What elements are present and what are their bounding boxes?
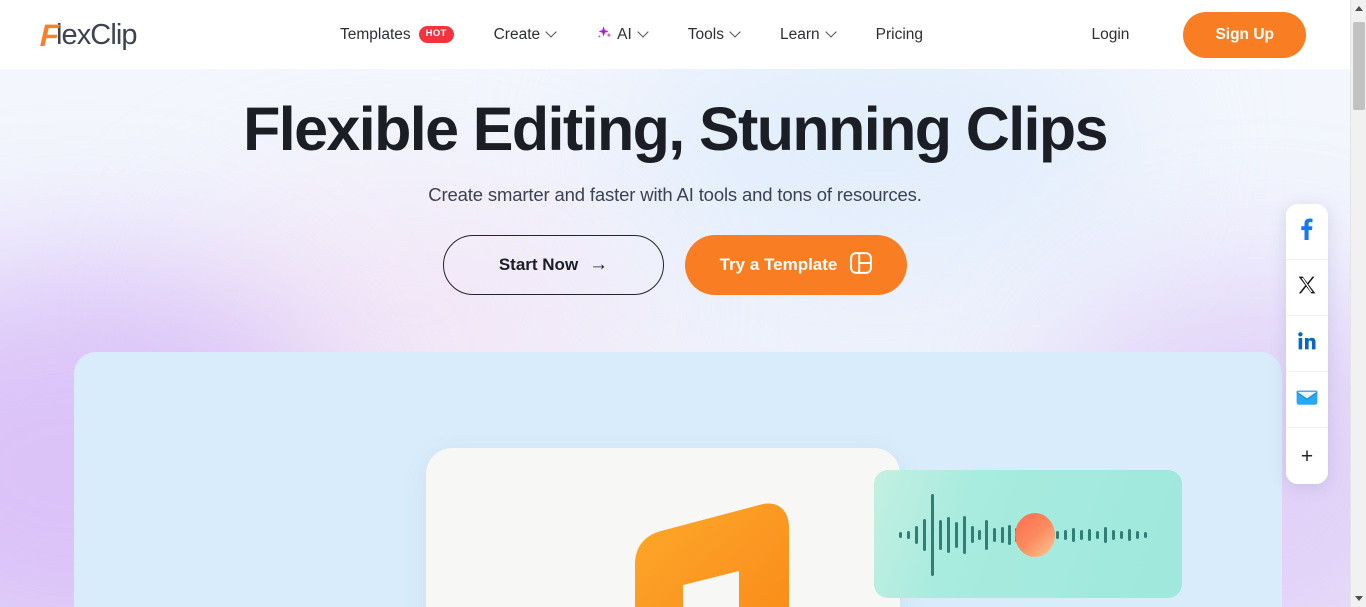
nav-item-label: Learn	[779, 25, 820, 43]
nav-item-pricing[interactable]: Pricing	[856, 0, 943, 69]
nav-item-templates[interactable]: Templates HOT	[340, 0, 474, 69]
share-x-button[interactable]	[1286, 260, 1328, 316]
nav-item-label: Pricing	[875, 25, 924, 43]
nav-item-create[interactable]: Create	[474, 0, 577, 69]
nav-item-label: AI	[617, 25, 632, 43]
try-a-template-button[interactable]: Try a Template	[685, 235, 907, 296]
logo-mark-icon: F	[39, 17, 59, 53]
hero-subtitle: Create smarter and faster with AI tools …	[428, 184, 922, 206]
main-navigation: Templates HOT Create AI Tools Learn Pric…	[340, 0, 943, 69]
nav-item-label: Templates	[340, 25, 411, 43]
scroll-up-button[interactable]	[1351, 0, 1366, 17]
flexclip-logo[interactable]: F lexClip	[39, 17, 138, 53]
nav-item-label: Create	[493, 25, 541, 43]
hot-badge: HOT	[418, 26, 454, 43]
nav-item-tools[interactable]: Tools	[668, 0, 760, 69]
sparkle-icon	[596, 25, 615, 47]
try-a-template-label: Try a Template	[719, 255, 838, 275]
hero-cta-row: Start Now → Try a Template	[0, 235, 1350, 296]
share-facebook-button[interactable]	[1286, 204, 1328, 260]
plus-icon: +	[1300, 444, 1314, 468]
nav-item-learn[interactable]: Learn	[760, 0, 856, 69]
hero-orange-graphic	[621, 493, 799, 607]
logo-wordmark: lexClip	[55, 18, 138, 51]
nav-item-label: Tools	[687, 25, 724, 43]
chevron-down-icon	[639, 28, 648, 37]
vertical-scrollbar[interactable]	[1350, 0, 1366, 607]
page-viewport: F lexClip Templates HOT Create AI Tools …	[0, 0, 1350, 607]
arrow-right-icon: →	[589, 253, 609, 275]
start-now-label: Start Now	[498, 255, 579, 275]
scroll-down-button[interactable]	[1351, 590, 1366, 607]
hero-waveform-card	[874, 470, 1182, 598]
linkedin-icon	[1298, 332, 1316, 355]
nav-item-ai[interactable]: AI	[576, 0, 668, 69]
site-header: F lexClip Templates HOT Create AI Tools …	[0, 0, 1350, 69]
facebook-icon	[1301, 218, 1313, 245]
template-layout-icon	[850, 251, 873, 279]
social-share-rail: +	[1286, 204, 1328, 484]
triangle-down-icon	[1355, 596, 1363, 601]
triangle-up-icon	[1355, 6, 1363, 11]
hero-content: Flexible Editing, Stunning Clips Create …	[0, 95, 1350, 296]
share-linkedin-button[interactable]	[1286, 316, 1328, 372]
header-actions: Login Sign Up	[1092, 0, 1306, 69]
hero-title: Flexible Editing, Stunning Clips	[243, 95, 1108, 163]
chevron-down-icon	[827, 28, 836, 37]
x-twitter-icon	[1298, 276, 1316, 299]
chevron-down-icon	[731, 28, 740, 37]
signup-button[interactable]: Sign Up	[1183, 11, 1306, 58]
start-now-button[interactable]: Start Now →	[443, 235, 664, 296]
audio-waveform-icon	[899, 494, 1147, 576]
share-more-button[interactable]: +	[1286, 428, 1328, 484]
share-email-button[interactable]	[1286, 372, 1328, 428]
login-link[interactable]: Login	[1092, 26, 1130, 44]
chevron-down-icon	[547, 28, 556, 37]
envelope-icon	[1296, 389, 1318, 411]
scrollbar-thumb[interactable]	[1353, 22, 1365, 110]
